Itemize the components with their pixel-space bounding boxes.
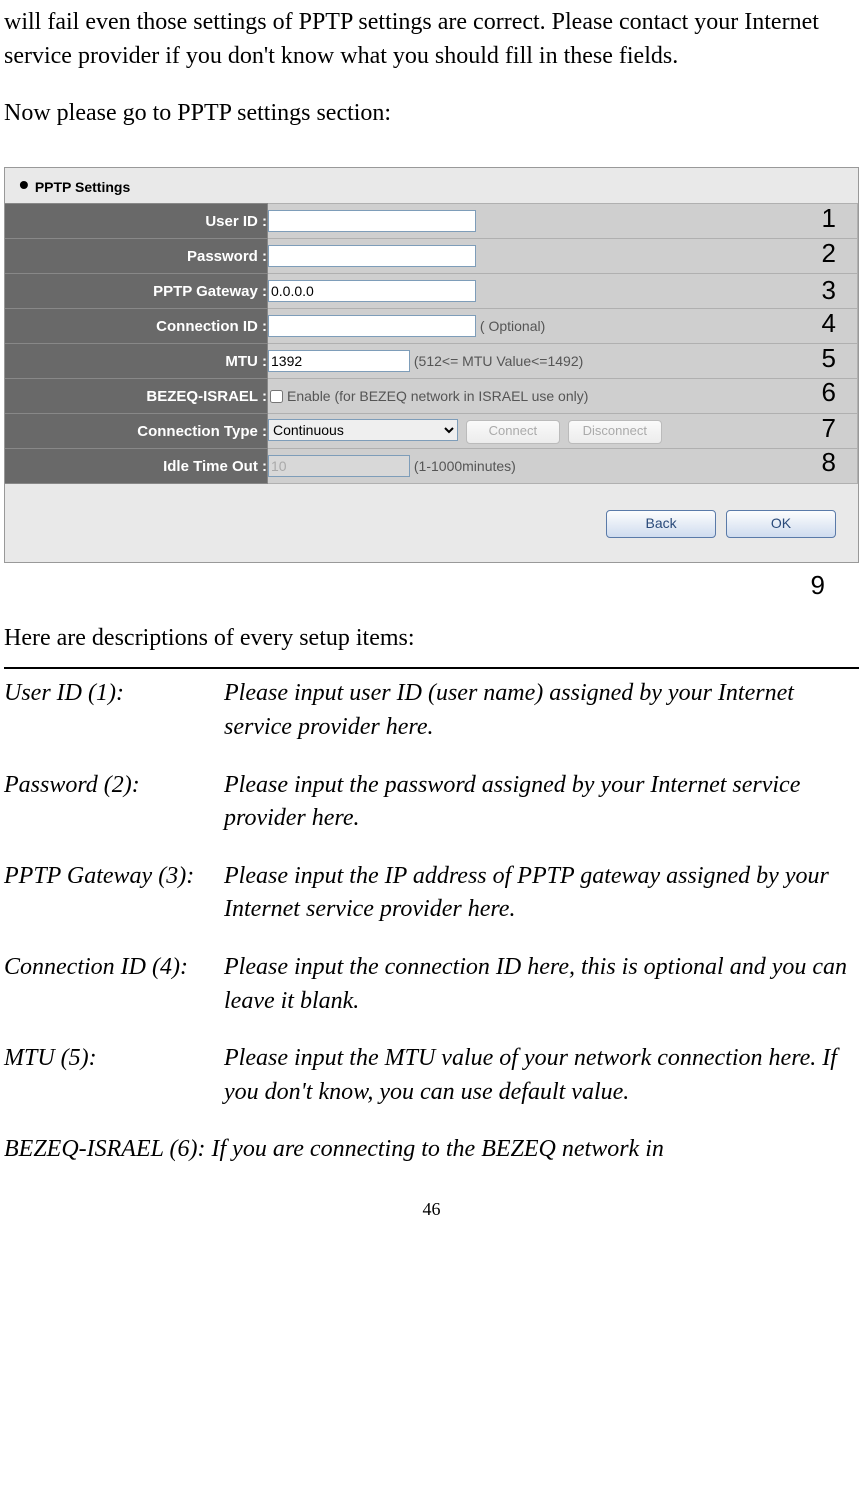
disconnect-button[interactable]: Disconnect: [568, 420, 662, 444]
desc-connection-id-text: Please input the connection ID here, thi…: [224, 951, 859, 1018]
page-number: 46: [4, 1197, 859, 1222]
password-label: Password :: [5, 239, 268, 274]
desc-bezeq-israel: BEZEQ-ISRAEL (6): If you are connecting …: [4, 1133, 859, 1167]
desc-connection-id: Connection ID (4): Please input the conn…: [4, 951, 859, 1018]
connect-button[interactable]: Connect: [466, 420, 560, 444]
desc-pptp-gateway-label: PPTP Gateway (3):: [4, 860, 224, 927]
annotation-5: 5: [822, 340, 836, 376]
annotation-3: 3: [822, 272, 836, 308]
horizontal-rule: [4, 667, 859, 669]
desc-password-text: Please input the password assigned by yo…: [224, 769, 859, 836]
password-input[interactable]: [268, 245, 476, 267]
connection-type-label: Connection Type :: [5, 414, 268, 449]
connection-id-hint: ( Optional): [480, 318, 545, 334]
annotation-7: 7: [822, 410, 836, 446]
pptp-settings-title: PPTP Settings: [35, 179, 130, 195]
bezeq-israel-checkbox[interactable]: [270, 390, 283, 403]
annotation-6: 6: [822, 374, 836, 410]
bezeq-israel-hint: Enable (for BEZEQ network in ISRAEL use …: [287, 388, 588, 404]
intro-paragraph-1: will fail even those settings of PPTP se…: [4, 6, 859, 73]
desc-password: Password (2): Please input the password …: [4, 769, 859, 836]
desc-password-label: Password (2):: [4, 769, 224, 836]
desc-mtu: MTU (5): Please input the MTU value of y…: [4, 1042, 859, 1109]
annotation-2: 2: [822, 235, 836, 271]
pptp-settings-header: •PPTP Settings: [5, 176, 858, 204]
annotation-1: 1: [822, 200, 836, 236]
bezeq-israel-label: BEZEQ-ISRAEL :: [5, 379, 268, 414]
ok-button[interactable]: OK: [726, 510, 836, 538]
connection-id-input[interactable]: [268, 315, 476, 337]
descriptions-heading: Here are descriptions of every setup ite…: [4, 622, 859, 656]
pptp-gateway-label: PPTP Gateway :: [5, 274, 268, 309]
intro-paragraph-2: Now please go to PPTP settings section:: [4, 97, 859, 131]
desc-user-id-label: User ID (1):: [4, 677, 224, 744]
connection-type-select[interactable]: Continuous: [268, 419, 458, 441]
desc-mtu-label: MTU (5):: [4, 1042, 224, 1109]
desc-pptp-gateway-text: Please input the IP address of PPTP gate…: [224, 860, 859, 927]
user-id-input[interactable]: [268, 210, 476, 232]
desc-user-id: User ID (1): Please input user ID (user …: [4, 677, 859, 744]
pptp-gateway-input[interactable]: [268, 280, 476, 302]
annotation-4: 4: [822, 305, 836, 341]
connection-id-label: Connection ID :: [5, 309, 268, 344]
mtu-label: MTU :: [5, 344, 268, 379]
desc-connection-id-label: Connection ID (4):: [4, 951, 224, 1018]
user-id-label: User ID :: [5, 204, 268, 239]
desc-pptp-gateway: PPTP Gateway (3): Please input the IP ad…: [4, 860, 859, 927]
idle-timeout-hint: (1-1000minutes): [414, 458, 516, 474]
pptp-settings-screenshot: •PPTP Settings User ID : Password : PPTP…: [4, 167, 859, 564]
desc-user-id-text: Please input user ID (user name) assigne…: [224, 677, 859, 744]
back-button[interactable]: Back: [606, 510, 716, 538]
pptp-settings-table: User ID : Password : PPTP Gateway : Conn…: [5, 203, 858, 484]
idle-timeout-label: Idle Time Out :: [5, 449, 268, 484]
idle-timeout-input: [268, 455, 410, 477]
footer-buttons: Back OK: [5, 484, 858, 538]
mtu-input[interactable]: [268, 350, 410, 372]
mtu-hint: (512<= MTU Value<=1492): [414, 353, 583, 369]
annotation-9: 9: [4, 567, 825, 603]
desc-mtu-text: Please input the MTU value of your netwo…: [224, 1042, 859, 1109]
annotation-8: 8: [822, 444, 836, 480]
